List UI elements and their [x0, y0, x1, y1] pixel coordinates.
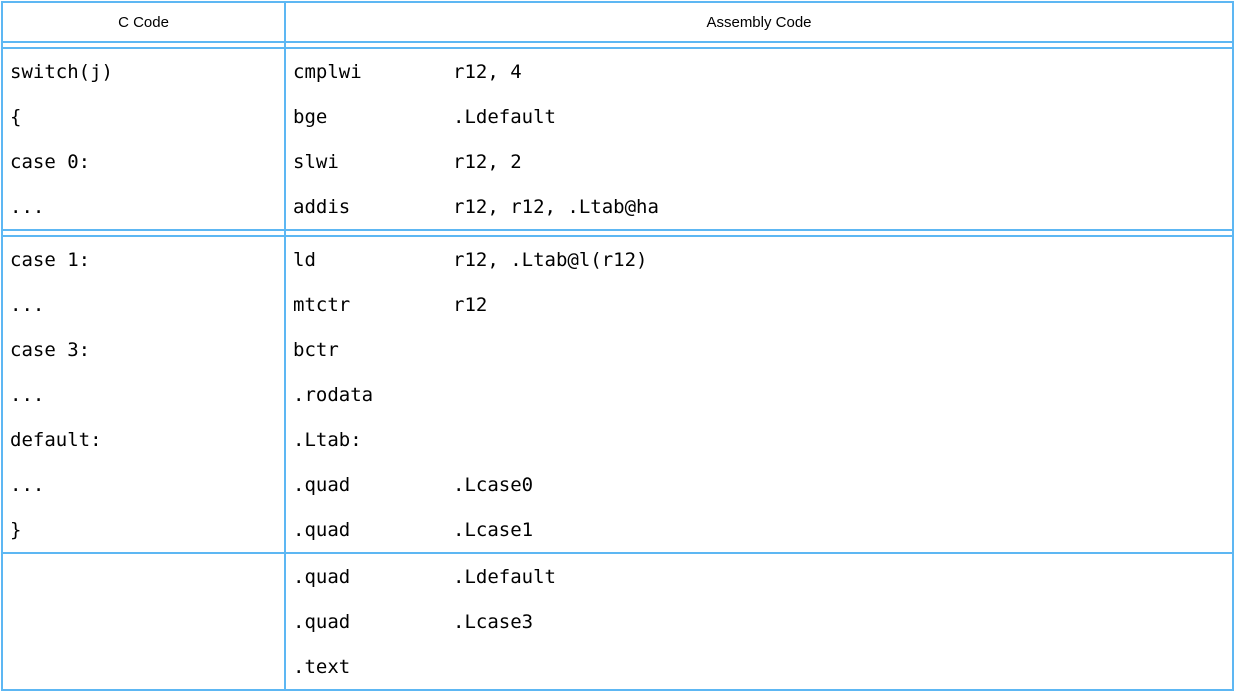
assembly-line: .quad .Ldefault [286, 554, 1232, 599]
c-code-cell-empty [3, 554, 284, 689]
assembly-line: .quad .Lcase0 [286, 462, 1232, 507]
assembly-mnemonic: slwi [293, 151, 453, 173]
assembly-line: .quad .Lcase3 [286, 599, 1232, 644]
c-code-line: ... [3, 462, 284, 507]
c-code-line: ... [3, 372, 284, 417]
c-code-line: case 0: [3, 139, 284, 184]
section-double-rule [3, 229, 1232, 237]
assembly-operands: .Ldefault [453, 106, 556, 128]
c-code-line: case 1: [3, 237, 284, 282]
header-assembly-code: Assembly Code [286, 3, 1232, 41]
table-section-3: .quad .Ldefault .quad .Lcase3 .text [3, 554, 1232, 689]
assembly-line: cmplwi r12, 4 [286, 49, 1232, 94]
assembly-operands: .Ldefault [453, 566, 556, 588]
assembly-mnemonic: .rodata [293, 384, 453, 406]
assembly-line: .text [286, 644, 1232, 689]
c-code-cell: case 1: ... case 3: ... default: ... } [3, 237, 284, 552]
assembly-operands: r12, r12, .Ltab@ha [453, 196, 659, 218]
assembly-line: ld r12, .Ltab@l(r12) [286, 237, 1232, 282]
assembly-mnemonic: .Ltab: [293, 429, 453, 451]
column-divider-segment [284, 43, 286, 47]
assembly-operands: r12, 4 [453, 61, 522, 83]
assembly-line: bctr [286, 327, 1232, 372]
assembly-mnemonic: mtctr [293, 294, 453, 316]
assembly-mnemonic: ld [293, 249, 453, 271]
assembly-operands: .Lcase3 [453, 611, 533, 633]
assembly-operands: .Lcase0 [453, 474, 533, 496]
assembly-line: .rodata [286, 372, 1232, 417]
assembly-line: addis r12, r12, .Ltab@ha [286, 184, 1232, 229]
assembly-mnemonic: bge [293, 106, 453, 128]
assembly-mnemonic: .text [293, 656, 453, 678]
table-header-row: C Code Assembly Code [3, 3, 1232, 41]
assembly-line: bge .Ldefault [286, 94, 1232, 139]
header-double-rule [3, 41, 1232, 49]
assembly-operands: r12 [453, 294, 487, 316]
assembly-mnemonic: .quad [293, 611, 453, 633]
assembly-cell: .quad .Ldefault .quad .Lcase3 .text [286, 554, 1232, 689]
assembly-mnemonic: .quad [293, 474, 453, 496]
c-code-cell: switch(j) { case 0: ... [3, 49, 284, 229]
assembly-mnemonic: addis [293, 196, 453, 218]
assembly-operands: .Lcase1 [453, 519, 533, 541]
c-code-line: } [3, 507, 284, 552]
c-code-line: { [3, 94, 284, 139]
assembly-line: mtctr r12 [286, 282, 1232, 327]
c-code-line: ... [3, 282, 284, 327]
assembly-mnemonic: .quad [293, 566, 453, 588]
assembly-mnemonic: bctr [293, 339, 453, 361]
assembly-operands: r12, .Ltab@l(r12) [453, 249, 647, 271]
assembly-line: .quad .Lcase1 [286, 507, 1232, 552]
c-code-line: default: [3, 417, 284, 462]
c-code-line: switch(j) [3, 49, 284, 94]
c-code-line: case 3: [3, 327, 284, 372]
c-code-line: ... [3, 184, 284, 229]
table-section-1: switch(j) { case 0: ... cmplwi r12, 4 bg… [3, 49, 1232, 229]
assembly-operands: r12, 2 [453, 151, 522, 173]
assembly-cell: cmplwi r12, 4 bge .Ldefault slwi r12, 2 … [286, 49, 1232, 229]
column-divider-segment [284, 231, 286, 235]
header-c-code: C Code [3, 3, 284, 41]
table-section-2: case 1: ... case 3: ... default: ... } l… [3, 237, 1232, 552]
assembly-line: .Ltab: [286, 417, 1232, 462]
assembly-line: slwi r12, 2 [286, 139, 1232, 184]
assembly-mnemonic: cmplwi [293, 61, 453, 83]
c-vs-assembly-table: C Code Assembly Code switch(j) { case 0:… [1, 1, 1234, 691]
assembly-mnemonic: .quad [293, 519, 453, 541]
assembly-cell: ld r12, .Ltab@l(r12) mtctr r12 bctr .rod… [286, 237, 1232, 552]
